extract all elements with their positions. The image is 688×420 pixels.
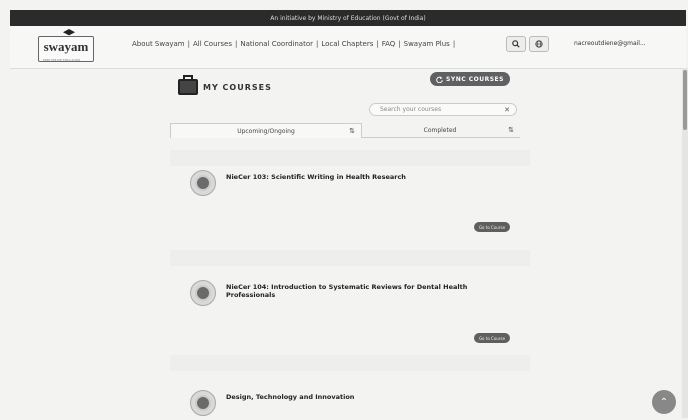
search-placeholder: Search your courses bbox=[380, 106, 442, 113]
course-search-input[interactable]: Search your courses ✕ bbox=[369, 103, 517, 116]
nav-link-faq[interactable]: FAQ bbox=[382, 40, 396, 48]
nav-link-about[interactable]: About Swayam bbox=[132, 40, 185, 48]
initiative-text: An initiative by Ministry of Education (… bbox=[270, 14, 426, 22]
institution-emblem-icon bbox=[190, 390, 216, 416]
tab-upcoming-label: Upcoming/Ongoing bbox=[237, 127, 295, 135]
sort-icon[interactable]: ⇅ bbox=[349, 127, 355, 135]
course-card: Design, Technology and Innovation bbox=[190, 390, 516, 420]
tab-completed-label: Completed bbox=[423, 126, 457, 134]
nav-link-national-coordinator[interactable]: National Coordinator bbox=[240, 40, 313, 48]
clear-search-icon[interactable]: ✕ bbox=[504, 106, 510, 114]
go-to-course-button[interactable]: Go to Course bbox=[474, 222, 510, 232]
search-button[interactable] bbox=[506, 36, 526, 52]
globe-icon bbox=[535, 40, 543, 48]
course-card: NieCer 104: Introduction to Systematic R… bbox=[190, 280, 516, 310]
nav-separator: | bbox=[187, 40, 190, 48]
chevron-up-icon: ⌃ bbox=[659, 396, 669, 408]
nav-separator: | bbox=[452, 40, 456, 48]
go-to-course-label: Go to Course bbox=[478, 224, 506, 230]
nav-icon-group bbox=[506, 36, 549, 52]
swayam-logo[interactable]: swayam FREE ONLINE EDUCATION bbox=[38, 29, 94, 62]
nav-link-swayam-plus[interactable]: Swayam Plus bbox=[404, 40, 450, 48]
initiative-banner: An initiative by Ministry of Education (… bbox=[10, 10, 686, 26]
nav-link-local-chapters[interactable]: Local Chapters bbox=[321, 40, 373, 48]
faded-background bbox=[170, 150, 530, 166]
faded-background bbox=[170, 355, 530, 371]
nav-links: About Swayam | All Courses | National Co… bbox=[132, 40, 458, 48]
page-title-text: MY COURSES bbox=[203, 82, 272, 92]
sync-icon bbox=[436, 76, 443, 83]
course-title[interactable]: NieCer 103: Scientific Writing in Health… bbox=[226, 170, 516, 181]
institution-emblem-icon bbox=[190, 170, 216, 196]
scrollbar-thumb[interactable] bbox=[683, 70, 687, 130]
logo-text: swayam bbox=[43, 39, 89, 54]
language-button[interactable] bbox=[529, 36, 549, 52]
user-email: nacreoutdiene@gmail... bbox=[574, 40, 646, 47]
course-tabs: Upcoming/Ongoing ⇅ Completed ⇅ bbox=[170, 123, 520, 138]
sync-courses-button[interactable]: SYNC COURSES bbox=[430, 72, 510, 86]
page-title: MY COURSES bbox=[178, 75, 272, 95]
nav-separator: | bbox=[376, 40, 379, 48]
nav-separator: | bbox=[398, 40, 401, 48]
course-title[interactable]: Design, Technology and Innovation bbox=[226, 390, 516, 401]
course-card: NieCer 103: Scientific Writing in Health… bbox=[190, 170, 516, 200]
logo-tagline: FREE ONLINE EDUCATION bbox=[43, 58, 81, 62]
user-account-menu[interactable]: nacreoutdiene@gmail... bbox=[574, 40, 646, 47]
nav-link-all-courses[interactable]: All Courses bbox=[193, 40, 232, 48]
go-to-course-label: Go to Course bbox=[478, 335, 506, 341]
main-navbar: swayam FREE ONLINE EDUCATION About Swaya… bbox=[10, 26, 686, 69]
back-to-top-button[interactable]: ⌃ bbox=[652, 390, 676, 414]
sort-icon[interactable]: ⇅ bbox=[508, 126, 514, 134]
tab-upcoming-ongoing[interactable]: Upcoming/Ongoing ⇅ bbox=[170, 123, 362, 138]
nav-separator: | bbox=[235, 40, 238, 48]
course-title[interactable]: NieCer 104: Introduction to Systematic R… bbox=[226, 280, 516, 299]
tab-completed[interactable]: Completed ⇅ bbox=[360, 123, 520, 137]
search-icon bbox=[512, 40, 520, 48]
institution-emblem-icon bbox=[190, 280, 216, 306]
nav-separator: | bbox=[315, 40, 319, 48]
sync-courses-label: SYNC COURSES bbox=[446, 75, 504, 83]
go-to-course-button[interactable]: Go to Course bbox=[474, 333, 510, 343]
graduation-cap-icon bbox=[63, 29, 75, 36]
faded-background bbox=[170, 250, 530, 266]
briefcase-icon bbox=[178, 75, 198, 95]
page-scrollbar[interactable] bbox=[682, 68, 688, 418]
